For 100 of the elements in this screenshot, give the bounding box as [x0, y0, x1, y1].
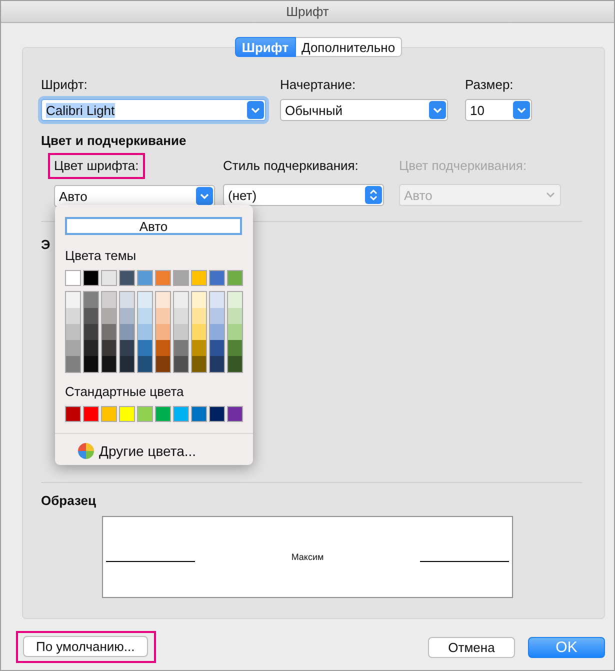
- color-swatch[interactable]: [119, 270, 135, 286]
- color-swatch[interactable]: [173, 406, 189, 422]
- auto-color-button[interactable]: Авто: [65, 217, 242, 235]
- color-swatch[interactable]: [191, 406, 207, 422]
- menu-heading: Цвета темы: [65, 248, 138, 264]
- field-label: Начертание:: [280, 77, 356, 93]
- color-swatch[interactable]: [66, 356, 80, 372]
- dropdown[interactable]: Обычный: [280, 99, 448, 121]
- color-swatch[interactable]: [156, 356, 170, 372]
- color-swatch[interactable]: [155, 270, 171, 286]
- color-swatch[interactable]: [174, 356, 188, 372]
- color-swatch[interactable]: [84, 292, 98, 308]
- color-swatch[interactable]: [209, 406, 225, 422]
- chevron-icon: [247, 101, 264, 119]
- chevron-icon: [546, 192, 555, 198]
- more-colors-item[interactable]: Другие цвета...: [78, 443, 243, 459]
- field-label: Цвет шрифта:: [54, 158, 139, 174]
- color-swatch[interactable]: [120, 340, 134, 356]
- field-label: Цвет подчеркивания:: [399, 158, 527, 174]
- color-swatch[interactable]: [228, 340, 242, 356]
- color-swatch[interactable]: [102, 356, 116, 372]
- color-swatch[interactable]: [120, 356, 134, 372]
- color-swatch[interactable]: [102, 324, 116, 340]
- color-swatch[interactable]: [174, 308, 188, 324]
- color-swatch[interactable]: [83, 406, 99, 422]
- window-title: Шрифт: [1, 1, 614, 23]
- dropdown[interactable]: 10: [465, 99, 532, 121]
- color-swatch[interactable]: [138, 324, 152, 340]
- sample-text: Максим: [290, 552, 325, 562]
- color-swatch[interactable]: [210, 356, 224, 372]
- color-swatch[interactable]: [84, 324, 98, 340]
- dropdown: Авто: [399, 184, 561, 206]
- color-swatch[interactable]: [210, 292, 224, 308]
- color-swatch[interactable]: [102, 308, 116, 324]
- color-swatch[interactable]: [138, 308, 152, 324]
- color-swatch[interactable]: [156, 324, 170, 340]
- field-label: Размер:: [465, 77, 514, 93]
- color-swatch[interactable]: [174, 340, 188, 356]
- color-swatch[interactable]: [228, 308, 242, 324]
- color-swatch[interactable]: [155, 406, 171, 422]
- color-swatch[interactable]: [210, 308, 224, 324]
- dropdown[interactable]: Авто: [54, 185, 215, 207]
- chevron-icon: [196, 187, 213, 205]
- section-heading: Образец: [41, 493, 97, 509]
- color-swatch[interactable]: [192, 356, 206, 372]
- chevron-icon: [429, 101, 446, 119]
- color-swatch[interactable]: [101, 406, 117, 422]
- color-swatch[interactable]: [156, 340, 170, 356]
- color-swatch[interactable]: [137, 406, 153, 422]
- color-wheel-icon: [78, 443, 94, 459]
- color-swatch[interactable]: [138, 292, 152, 308]
- section-heading: Э: [41, 237, 52, 253]
- dropdown[interactable]: Calibri Light: [41, 99, 266, 121]
- color-swatch[interactable]: [174, 292, 188, 308]
- color-swatch[interactable]: [192, 324, 206, 340]
- tab[interactable]: Дополнительно: [296, 37, 402, 57]
- color-swatch[interactable]: [138, 340, 152, 356]
- chevron-icon: [513, 101, 530, 119]
- color-swatch[interactable]: [227, 406, 243, 422]
- color-swatch[interactable]: [228, 292, 242, 308]
- field-label: Стиль подчеркивания:: [223, 158, 358, 174]
- color-swatch[interactable]: [156, 308, 170, 324]
- color-swatch[interactable]: [192, 340, 206, 356]
- button[interactable]: Отмена: [428, 636, 515, 658]
- color-swatch[interactable]: [120, 308, 134, 324]
- color-swatch[interactable]: [228, 356, 242, 372]
- color-swatch[interactable]: [210, 340, 224, 356]
- color-swatch[interactable]: [173, 270, 189, 286]
- color-swatch[interactable]: [174, 324, 188, 340]
- button[interactable]: По умолчанию...: [23, 636, 148, 657]
- color-swatch[interactable]: [84, 356, 98, 372]
- color-swatch[interactable]: [66, 324, 80, 340]
- menu-heading: Стандартные цвета: [65, 384, 185, 400]
- color-swatch[interactable]: [65, 406, 81, 422]
- dropdown[interactable]: (нет): [223, 184, 384, 206]
- section-heading: Цвет и подчеркивание: [41, 133, 188, 149]
- color-swatch[interactable]: [209, 270, 225, 286]
- color-swatch[interactable]: [227, 270, 243, 286]
- color-swatch[interactable]: [66, 340, 80, 356]
- color-swatch[interactable]: [228, 324, 242, 340]
- color-swatch[interactable]: [66, 308, 80, 324]
- color-swatch[interactable]: [192, 308, 206, 324]
- color-swatch[interactable]: [137, 270, 153, 286]
- up-down-arrows-icon: [365, 186, 382, 204]
- color-swatch[interactable]: [84, 308, 98, 324]
- color-swatch[interactable]: [66, 292, 80, 308]
- color-swatch[interactable]: [65, 270, 81, 286]
- color-swatch[interactable]: [120, 292, 134, 308]
- color-swatch[interactable]: [210, 324, 224, 340]
- color-swatch[interactable]: [191, 270, 207, 286]
- color-swatch[interactable]: [101, 270, 117, 286]
- color-swatch[interactable]: [83, 270, 99, 286]
- color-swatch[interactable]: [120, 324, 134, 340]
- color-swatch[interactable]: [102, 292, 116, 308]
- color-swatch[interactable]: [102, 340, 116, 356]
- color-swatch[interactable]: [119, 406, 135, 422]
- color-swatch[interactable]: [138, 356, 152, 372]
- color-swatch[interactable]: [84, 340, 98, 356]
- color-swatch[interactable]: [192, 292, 206, 308]
- color-swatch[interactable]: [156, 292, 170, 308]
